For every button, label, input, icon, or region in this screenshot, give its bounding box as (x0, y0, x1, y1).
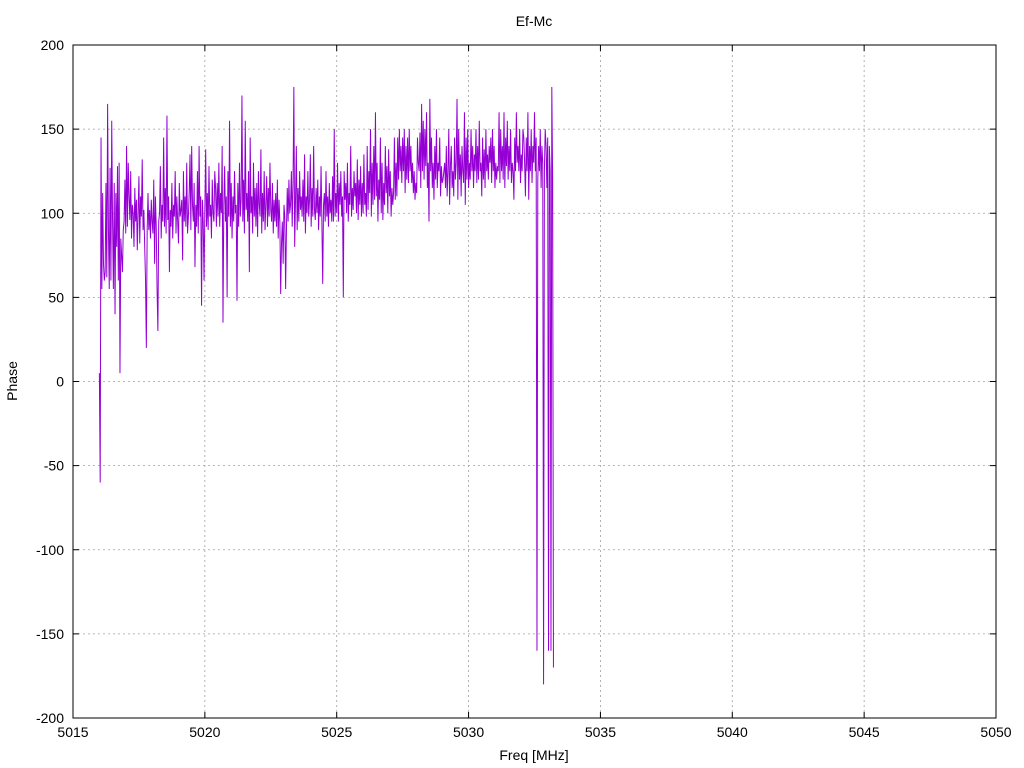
y-tick-label: 100 (41, 205, 65, 221)
data-layer (98, 87, 554, 685)
chart-title: Ef-Mc (516, 13, 553, 29)
y-tick-label: -150 (36, 626, 64, 642)
x-tick-label: 5020 (189, 724, 220, 740)
x-tick-label: 5025 (321, 724, 352, 740)
y-tick-label: -100 (36, 542, 64, 558)
phase-chart: 5015 5020 5025 5030 5035 5040 5045 5050 -200 -150… (4, 13, 1012, 763)
x-tick-label: 5015 (57, 724, 88, 740)
x-tick-label: 5050 (980, 724, 1011, 740)
x-axis-label: Freq [MHz] (499, 747, 568, 763)
y-tick-label: 200 (41, 37, 65, 53)
y-tick-label: 0 (56, 374, 64, 390)
phase-series-line (98, 87, 554, 685)
y-tick-label: 150 (41, 121, 65, 137)
x-tick-label: 5035 (585, 724, 616, 740)
x-tick-label: 5045 (849, 724, 880, 740)
y-tick-label: -200 (36, 710, 64, 726)
y-axis-label: Phase (4, 361, 20, 401)
y-tick-label: 50 (48, 289, 64, 305)
x-tick-label: 5030 (453, 724, 484, 740)
x-tick-label: 5040 (717, 724, 748, 740)
y-tick-label: -50 (44, 458, 64, 474)
